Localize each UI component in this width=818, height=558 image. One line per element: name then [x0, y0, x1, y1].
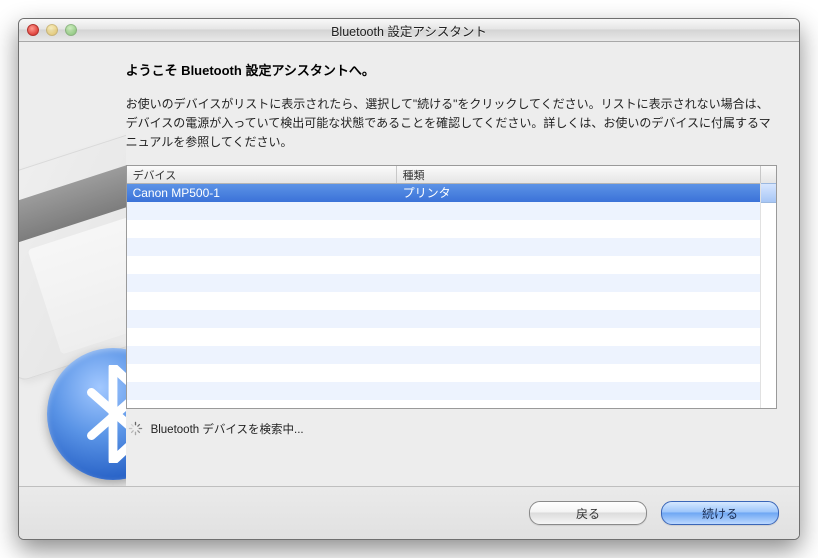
- table-row: [127, 364, 776, 382]
- column-header-device[interactable]: デバイス: [127, 166, 397, 183]
- scrollbar[interactable]: [760, 183, 776, 408]
- table-row: [127, 202, 776, 220]
- spinner-icon: [128, 421, 143, 436]
- page-heading: ようこそ Bluetooth 設定アシスタントへ。: [126, 60, 777, 79]
- back-button[interactable]: 戻る: [529, 501, 647, 525]
- device-table: デバイス 種類 Canon MP500-1プリンタ: [126, 165, 777, 409]
- device-type-cell: プリンタ: [397, 184, 776, 201]
- traffic-lights: [19, 24, 77, 36]
- status-text: Bluetooth デバイスを検索中...: [151, 421, 304, 437]
- scrollbar-thumb[interactable]: [761, 183, 776, 203]
- instructions-text: お使いのデバイスがリストに表示されたら、選択して"続ける"をクリックしてください…: [126, 95, 777, 153]
- table-row: [127, 238, 776, 256]
- continue-button[interactable]: 続ける: [661, 501, 779, 525]
- status-row: Bluetooth デバイスを検索中...: [126, 421, 777, 437]
- minimize-window-button: [46, 24, 58, 36]
- window-body: ようこそ Bluetooth 設定アシスタントへ。 お使いのデバイスがリストに表…: [19, 42, 799, 539]
- header-corner: [760, 166, 776, 183]
- table-row: [127, 292, 776, 310]
- sidebar-illustration: [19, 42, 126, 486]
- bluetooth-icon: [47, 348, 126, 480]
- device-table-header: デバイス 種類: [127, 166, 776, 184]
- table-row: [127, 328, 776, 346]
- zoom-window-button: [65, 24, 77, 36]
- main-panel: ようこそ Bluetooth 設定アシスタントへ。 お使いのデバイスがリストに表…: [126, 42, 799, 486]
- button-bar: 戻る 続ける: [19, 486, 799, 539]
- column-header-type[interactable]: 種類: [397, 166, 760, 183]
- content-area: ようこそ Bluetooth 設定アシスタントへ。 お使いのデバイスがリストに表…: [19, 42, 799, 486]
- table-row: [127, 310, 776, 328]
- device-rows: Canon MP500-1プリンタ: [127, 184, 776, 408]
- window-titlebar[interactable]: Bluetooth 設定アシスタント: [19, 19, 799, 42]
- table-row[interactable]: Canon MP500-1プリンタ: [127, 184, 776, 202]
- bluetooth-setup-assistant-window: Bluetooth 設定アシスタント: [18, 18, 800, 540]
- device-name-cell: Canon MP500-1: [127, 186, 397, 200]
- window-title: Bluetooth 設定アシスタント: [19, 21, 799, 40]
- table-row: [127, 346, 776, 364]
- table-row: [127, 256, 776, 274]
- table-row: [127, 274, 776, 292]
- close-window-button[interactable]: [27, 24, 39, 36]
- keyboard-illustration: [19, 103, 126, 382]
- table-row: [127, 220, 776, 238]
- table-row: [127, 382, 776, 400]
